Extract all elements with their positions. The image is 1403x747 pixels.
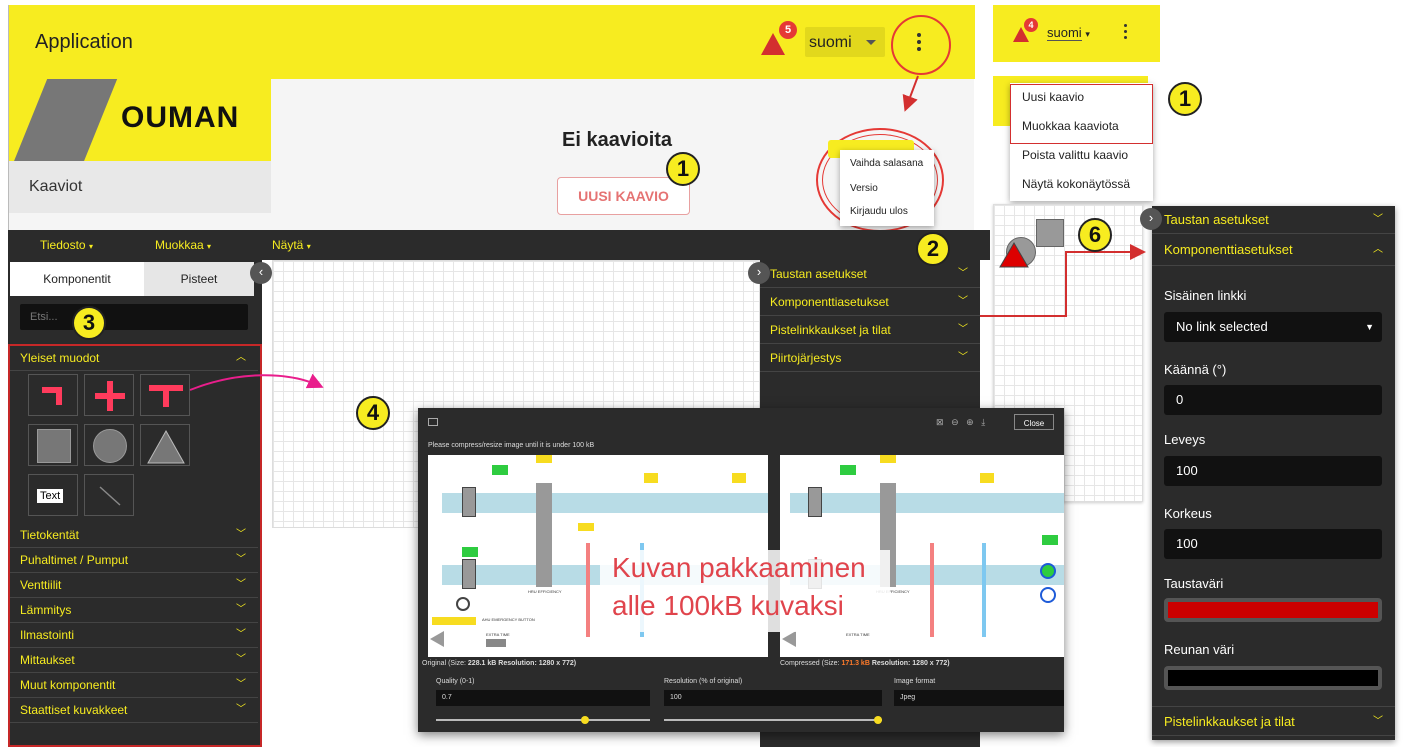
callout-1-main: 1 <box>666 152 700 186</box>
arrow-settings-to-props <box>980 244 1146 317</box>
callout-4: 4 <box>356 396 390 430</box>
callout-1-menu: 1 <box>1168 82 1202 116</box>
callout-6: 6 <box>1078 218 1112 252</box>
arrow-shapes-to-canvas <box>189 373 324 391</box>
callout-2: 2 <box>916 232 950 266</box>
callout-3: 3 <box>72 306 106 340</box>
arrow-kebab-to-menu <box>902 75 919 112</box>
